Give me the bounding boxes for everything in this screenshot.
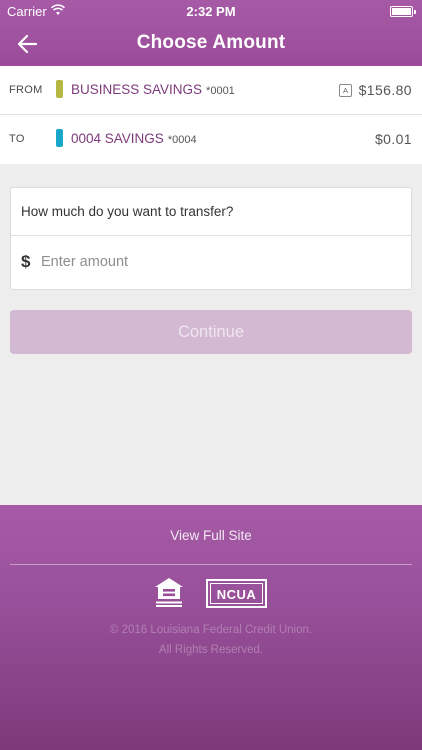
ncua-logo: NCUA: [206, 579, 267, 608]
currency-symbol: $: [21, 252, 31, 271]
from-account-balance: $156.80: [358, 82, 412, 98]
copyright-line: © 2016 Louisiana Federal Credit Union.: [109, 624, 313, 636]
nav-bar: Choose Amount: [0, 22, 422, 66]
amount-card: How much do you want to transfer? $: [10, 187, 412, 290]
to-account-name: 0004 SAVINGS *0004: [71, 131, 197, 146]
equal-housing-lender-icon: [155, 578, 183, 607]
from-account-name-text: BUSINESS SAVINGS: [71, 82, 203, 97]
transfer-accounts: FROM BUSINESS SAVINGS *0001 A $156.80 TO …: [0, 66, 422, 164]
from-account-name: BUSINESS SAVINGS *0001: [71, 82, 235, 97]
from-label: FROM: [9, 84, 43, 96]
page-title: Choose Amount: [136, 32, 286, 53]
footer: View Full Site NCUA © 2016 Louisiana Fed…: [0, 505, 422, 750]
to-account-name-text: 0004 SAVINGS: [71, 131, 164, 146]
copyright: © 2016 Louisiana Federal Credit Union. A…: [0, 620, 422, 660]
footer-divider: [10, 564, 412, 565]
status-time: 2:32 PM: [186, 4, 236, 19]
from-account-color-swatch: [56, 80, 63, 98]
to-account-color-swatch: [56, 129, 63, 147]
to-account-row[interactable]: TO 0004 SAVINGS *0004 $0.01: [0, 115, 422, 164]
to-account-balance: $0.01: [374, 131, 412, 147]
amount-input[interactable]: [41, 248, 401, 276]
card-divider: [11, 235, 411, 236]
ncua-logo-text: NCUA: [216, 587, 257, 602]
from-account-row[interactable]: FROM BUSINESS SAVINGS *0001 A $156.80: [0, 66, 422, 115]
from-account-number: *0001: [206, 85, 235, 97]
amount-question: How much do you want to transfer?: [21, 204, 234, 219]
back-arrow-icon: [17, 34, 38, 54]
to-label: TO: [9, 133, 25, 145]
rights-line: All Rights Reserved.: [158, 644, 264, 656]
continue-button[interactable]: Continue: [10, 310, 412, 354]
back-button[interactable]: [12, 30, 42, 58]
to-account-number: *0004: [167, 134, 197, 146]
view-full-site-link[interactable]: View Full Site: [0, 528, 422, 543]
header: Carrier 2:32 PM Choose Amount: [0, 0, 422, 66]
battery-icon: [390, 6, 416, 17]
available-balance-badge-icon: A: [339, 84, 352, 97]
status-bar: Carrier 2:32 PM: [0, 0, 422, 22]
